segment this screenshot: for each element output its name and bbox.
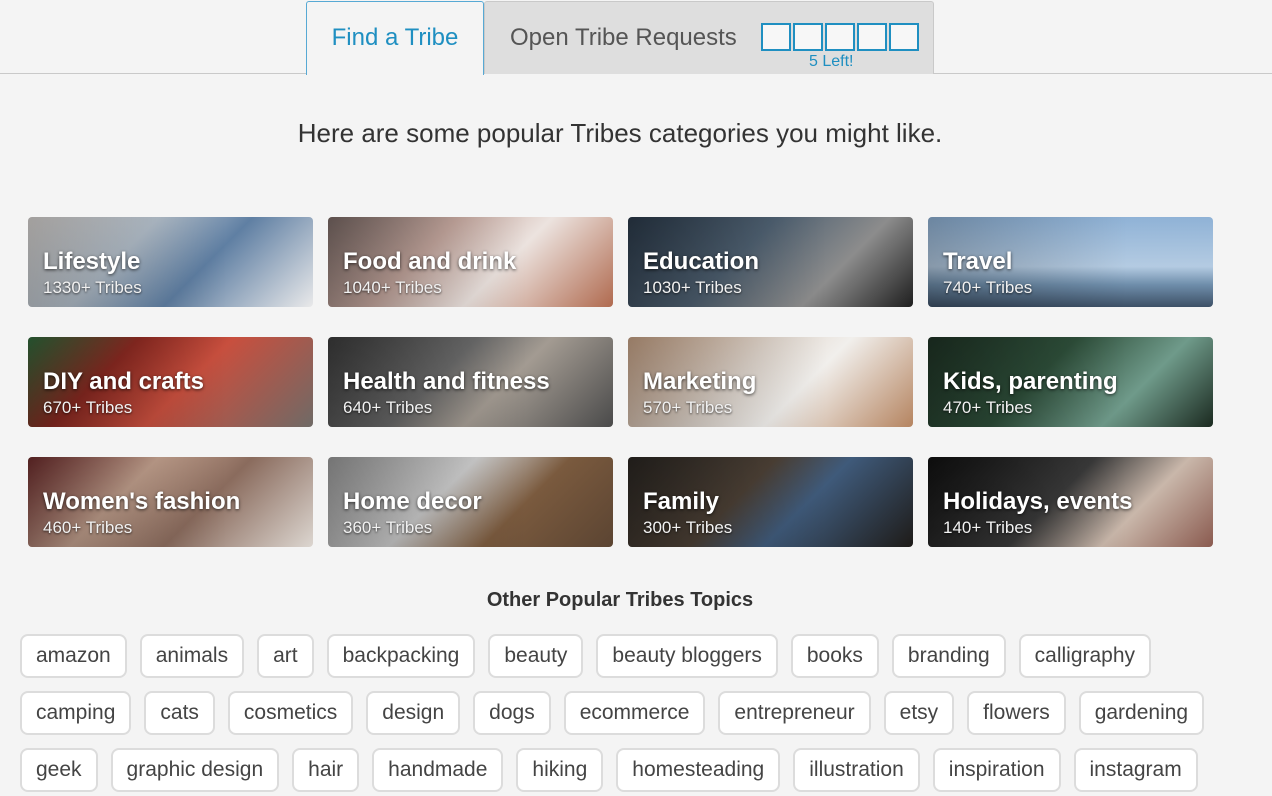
category-name: Food and drink [343,248,517,275]
category-count: 300+ Tribes [643,518,733,537]
category-name: DIY and crafts [43,368,204,395]
category-count: 460+ Tribes [43,518,133,537]
topic-chip[interactable]: gardening [1078,691,1205,735]
category-tile[interactable]: Health and fitness 640+ Tribes [328,337,613,427]
request-slot [857,23,887,51]
topic-chip[interactable]: art [257,634,314,678]
topic-chip[interactable]: graphic design [110,748,280,792]
category-name: Education [643,248,760,275]
category-count: 570+ Tribes [643,398,733,417]
topic-row: geek graphic design hair handmade hiking home… [20,748,1211,792]
topic-chip[interactable]: hair [292,748,360,792]
category-name: Travel [943,248,1013,275]
slots-left-text: 5 Left! [809,53,854,70]
category-tile[interactable]: Marketing 570+ Tribes [628,337,913,427]
category-count: 740+ Tribes [943,278,1033,297]
topic-chip[interactable]: handmade [372,748,504,792]
category-tile[interactable]: Kids, parenting 470+ Tribes [928,337,1213,427]
category-count: 1030+ Tribes [643,278,742,297]
category-count: 140+ Tribes [943,518,1033,537]
topic-chip[interactable]: geek [20,748,98,792]
topic-chip[interactable]: inspiration [932,748,1061,792]
topic-chip[interactable]: entrepreneur [718,691,871,735]
tab-bar: Find a Tribe Open Tribe Requests 5 Left! [0,0,1272,75]
request-slot [825,23,855,51]
category-tile[interactable]: Women's fashion 460+ Tribes [28,457,313,547]
category-count: 360+ Tribes [343,518,433,537]
topic-chip[interactable]: instagram [1073,748,1198,792]
topic-row: amazon animals art backpacking beauty beauty … [20,634,1164,678]
category-tile[interactable]: Education 1030+ Tribes [628,217,913,307]
category-name: Holidays, events [943,488,1133,515]
category-count: 670+ Tribes [43,398,133,417]
topic-chip[interactable]: homesteading [616,748,781,792]
topic-chip[interactable]: illustration [793,748,920,792]
topics-title: Other Popular Tribes Topics [486,589,754,611]
category-name: Marketing [643,368,757,395]
category-name: Family [643,488,720,515]
category-name: Home decor [343,488,482,515]
category-count: 1330+ Tribes [43,278,142,297]
request-slot [761,23,791,51]
category-tile[interactable]: Holidays, events 140+ Tribes [928,457,1213,547]
category-tile[interactable]: Lifestyle 1330+ Tribes [28,217,313,307]
category-tile[interactable]: Food and drink 1040+ Tribes [328,217,613,307]
request-slots [761,23,921,51]
topic-chip[interactable]: branding [891,634,1006,678]
topic-chip[interactable]: cosmetics [227,691,354,735]
topic-chip[interactable]: hiking [516,748,604,792]
topic-chip[interactable]: beauty [488,634,584,678]
topic-chip[interactable]: ecommerce [563,691,706,735]
topic-chip[interactable]: camping [20,691,132,735]
topic-chip[interactable]: backpacking [326,634,476,678]
tab-open-label: Open Tribe Requests [510,24,737,51]
category-count: 1040+ Tribes [343,278,442,297]
category-count: 640+ Tribes [343,398,433,417]
topic-chip[interactable]: beauty bloggers [596,634,778,678]
category-tile[interactable]: Home decor 360+ Tribes [328,457,613,547]
topic-chip[interactable]: etsy [883,691,955,735]
category-name: Women's fashion [43,488,241,515]
topic-chip[interactable]: dogs [473,691,551,735]
category-name: Health and fitness [343,368,550,395]
category-tile[interactable]: Family 300+ Tribes [628,457,913,547]
topic-chip[interactable]: books [790,634,879,678]
topic-chip[interactable]: flowers [967,691,1066,735]
topic-row: camping cats cosmetics design dogs ecommerce e… [20,691,1217,735]
category-tile[interactable]: DIY and crafts 670+ Tribes [28,337,313,427]
topic-chip[interactable]: cats [144,691,215,735]
category-count: 470+ Tribes [943,398,1033,417]
category-tile[interactable]: Travel 740+ Tribes [928,217,1213,307]
topic-chip[interactable]: animals [139,634,245,678]
intro-heading: Here are some popular Tribes categories … [297,118,943,148]
topic-chip[interactable]: calligraphy [1018,634,1152,678]
category-name: Lifestyle [43,248,141,275]
request-slot [793,23,823,51]
topic-chip[interactable]: design [366,691,461,735]
request-slot [889,23,919,51]
topic-chip[interactable]: amazon [20,634,127,678]
tab-open-tribe-requests[interactable]: Open Tribe Requests 5 Left! [484,1,934,74]
tab-find-a-tribe[interactable]: Find a Tribe [306,1,484,75]
category-name: Kids, parenting [943,368,1118,395]
